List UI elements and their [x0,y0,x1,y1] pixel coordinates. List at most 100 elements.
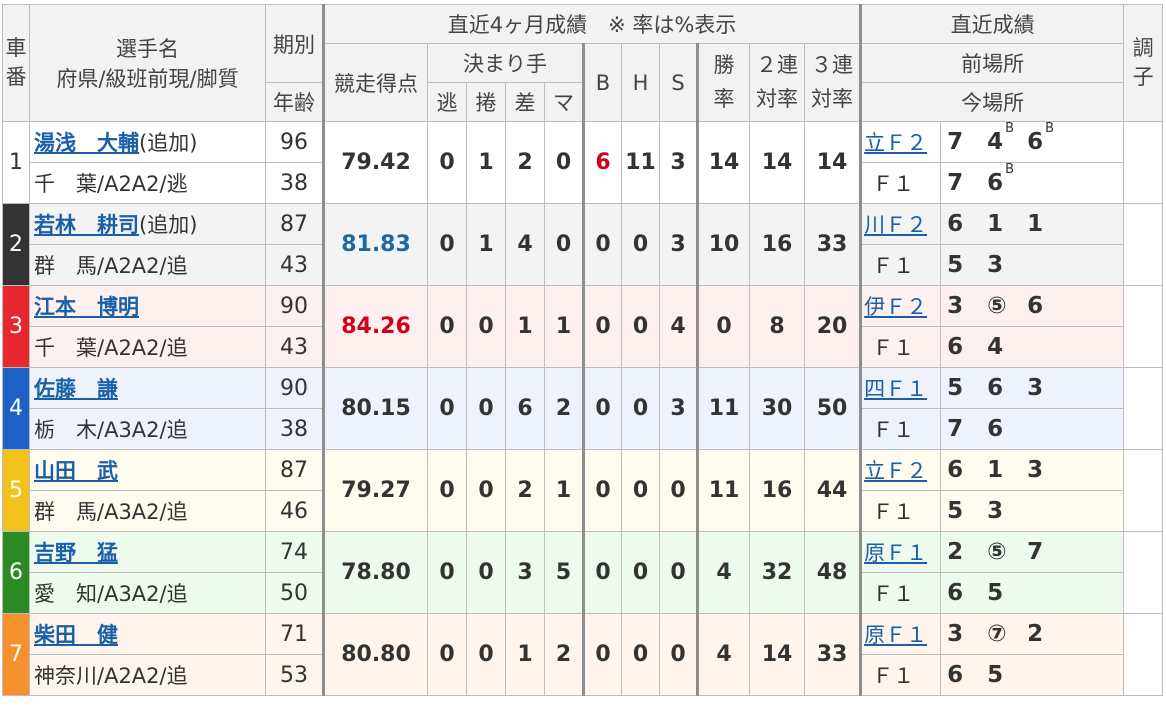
stat-s: 3 [659,203,698,286]
this-results: 7 6B [940,162,1125,204]
kimarite-sashi: 3 [505,531,545,614]
prev-results: 2⑤7 [940,531,1125,573]
prev-venue-link[interactable]: 立Ｆ２ [864,131,927,155]
prev-venue-link[interactable]: 川Ｆ２ [864,213,927,237]
rider-name-cell: 湯浅 大輔(追加) [29,121,266,163]
result-position: 6 [947,334,964,360]
stat-b: 0 [582,285,622,368]
kimarite-sashi: 2 [505,121,545,204]
rate3: 50 [803,367,862,450]
result-position: 7 [947,129,964,155]
kimarite-sashi: 4 [505,203,545,286]
rider-name-link[interactable]: 佐藤 謙 [34,377,118,401]
car-number: 3 [2,285,30,368]
this-results: 53 [940,244,1125,286]
prev-venue-cell: 川Ｆ２ [859,203,942,245]
header-rate2: ２連対率 [749,43,805,122]
result-position: ⑦ [987,621,1007,647]
table-row: 6 吉野 猛 74 78.80 0 0 3 5 0 0 0 4 32 48 原Ｆ１ 2 ⑤ 7 [2,531,1164,614]
header-name-sub: 府県/級班前現/脚質 [56,67,239,91]
rider-score: 78.80 [322,531,428,614]
result-position: 7 [947,170,964,196]
result-position: 6 [987,375,1004,401]
stat-h: 0 [621,203,660,286]
rider-name-link[interactable]: 江本 博明 [34,295,139,319]
header-h: H [621,43,660,122]
rider-tag: (追加) [139,131,198,155]
result-sup: B [1045,121,1055,137]
rider-score: 79.27 [322,449,428,532]
header-car-no: 車番 [2,4,30,122]
header-sashi: 差 [505,82,545,122]
stat-h: 0 [621,285,660,368]
header-name: 選手名 府県/級班前現/脚質 [29,4,266,122]
rider-period: 90 [265,367,324,409]
rider-period: 90 [265,285,324,327]
prev-venue-cell: 原Ｆ１ [859,613,942,655]
rider-tag: (追加) [139,213,198,237]
condition-cell [1123,613,1164,696]
result-position: 6 [947,211,964,237]
rate2: 8 [749,285,805,368]
rider-age: 50 [265,572,324,614]
rate2: 30 [749,367,805,450]
rider-name-link[interactable]: 若林 耕司 [34,213,139,237]
stat-h: 0 [621,531,660,614]
result-position: 6 [947,580,964,606]
prev-venue-link[interactable]: 原Ｆ１ [864,541,927,565]
table-row: 5 山田 武 87 79.27 0 0 2 1 0 0 0 11 16 44 立Ｆ２ 6 1 3 [2,449,1164,532]
kimarite-nige: 0 [427,449,467,532]
rider-name-link[interactable]: 山田 武 [34,459,118,483]
kimarite-makuri: 0 [466,531,506,614]
condition-cell [1123,203,1164,286]
rider-period: 71 [265,613,324,655]
car-number: 1 [2,121,30,204]
this-results: 76 [940,408,1125,450]
result-position: 7 [1027,539,1044,565]
win-rate: 4 [696,531,750,614]
header-s: S [659,43,698,122]
stat-b: 0 [582,367,622,450]
stat-s: 0 [659,531,698,614]
prev-venue-link[interactable]: 立Ｆ２ [864,459,927,483]
rider-name-link[interactable]: 湯浅 大輔 [34,131,139,155]
prev-venue-cell: 立Ｆ２ [859,121,942,163]
this-venue-cell: Ｆ１ [859,162,942,204]
stat-s: 0 [659,449,698,532]
header-makuri: 捲 [466,82,506,122]
header-condition: 調子 [1123,4,1164,122]
rate3: 44 [803,449,862,532]
header-win-rate: 勝率 [696,43,750,122]
rate2: 32 [749,531,805,614]
rider-period: 87 [265,203,324,245]
header-age: 年齢 [265,82,324,122]
rider-name-link[interactable]: 吉野 猛 [34,541,118,565]
header-nige: 逃 [427,82,467,122]
rider-score: 84.26 [322,285,428,368]
result-position: 2 [947,539,964,565]
kimarite-nige: 0 [427,367,467,450]
prev-results: 611 [940,203,1125,245]
rate3: 14 [803,121,862,204]
header-prev-venue: 前場所 [859,43,1125,83]
kimarite-nige: 0 [427,285,467,368]
result-position: 6B [987,162,1015,197]
table-row: 4 佐藤 謙 90 80.15 0 0 6 2 0 0 3 11 30 50 四Ｆ１ 5 6 3 [2,367,1164,450]
rider-period: 87 [265,449,324,491]
kimarite-nige: 0 [427,203,467,286]
this-venue-label: Ｆ１ [872,664,915,688]
prev-results: 3⑤6 [940,285,1125,327]
result-position: 6 [987,416,1004,442]
result-sup: B [1005,121,1015,137]
prev-venue-link[interactable]: 四Ｆ１ [864,377,927,401]
stat-b: 0 [582,203,622,286]
rider-name-link[interactable]: 柴田 健 [34,623,118,647]
result-position: 3 [1027,457,1044,483]
table-row: 7 柴田 健 71 80.80 0 0 1 2 0 0 0 4 14 33 原Ｆ１ 3 ⑦ 2 [2,613,1164,696]
prev-venue-link[interactable]: 原Ｆ１ [864,623,927,647]
rider-age: 38 [265,162,324,204]
table-header: 車番 選手名 府県/級班前現/脚質 期別 直近4ヶ月成績 ※ 率は%表示 直近成… [2,4,1164,122]
car-number: 2 [2,203,30,286]
prev-venue-link[interactable]: 伊Ｆ２ [864,295,927,319]
this-venue-label: Ｆ１ [872,336,915,360]
